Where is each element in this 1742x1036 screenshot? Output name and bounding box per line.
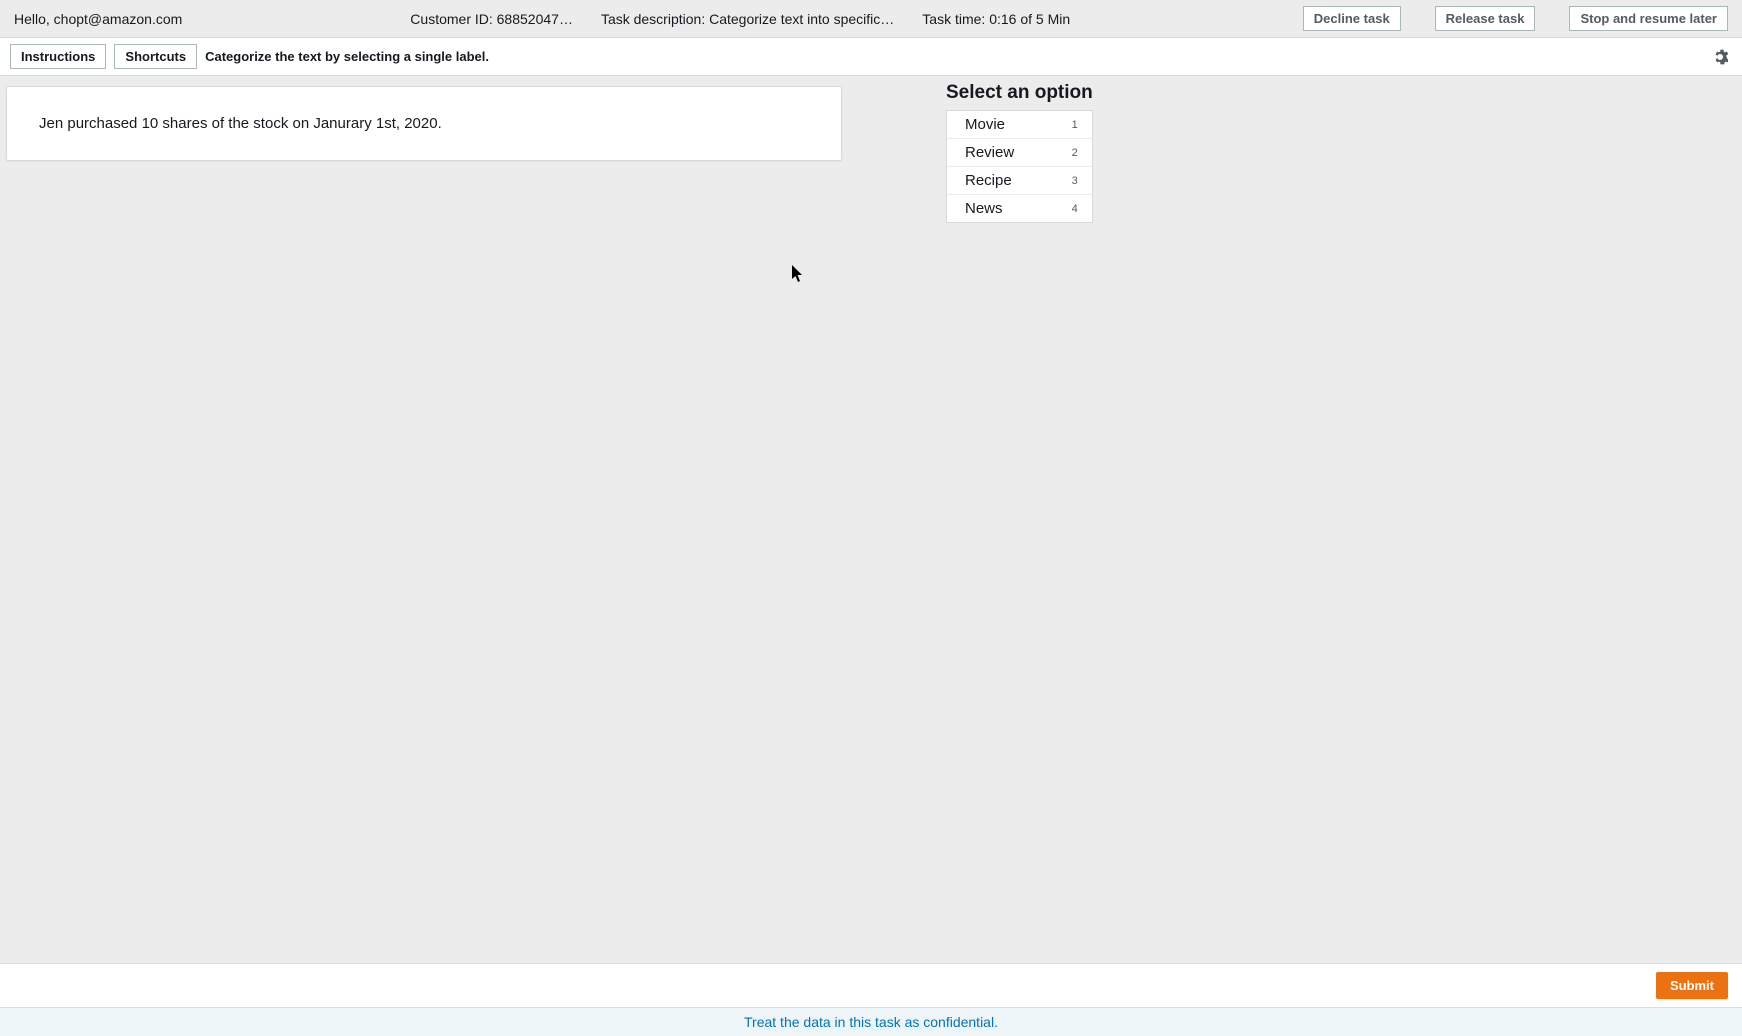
confidential-strip: Treat the data in this task as confident… [0, 1007, 1742, 1036]
option-label: Review [965, 144, 1058, 161]
top-bar: Hello, chopt@amazon.com Customer ID: 688… [0, 0, 1742, 38]
option-label: Recipe [965, 172, 1058, 189]
option-list: Movie 1 Review 2 Recipe 3 News 4 [946, 110, 1093, 223]
options-panel: Select an option Movie 1 Review 2 Recipe… [946, 82, 1093, 223]
option-shortcut: 2 [1072, 147, 1078, 159]
text-panel: Jen purchased 10 shares of the stock on … [6, 86, 842, 161]
sub-bar: Instructions Shortcuts Categorize the te… [0, 38, 1742, 76]
option-label: News [965, 200, 1058, 217]
options-heading: Select an option [946, 82, 1093, 104]
footer-bar: Submit [0, 963, 1742, 1007]
option-movie[interactable]: Movie 1 [947, 111, 1092, 139]
option-label: Movie [965, 116, 1058, 133]
submit-button[interactable]: Submit [1656, 972, 1728, 999]
option-shortcut: 1 [1072, 119, 1078, 131]
task-time-text: Task time: 0:16 of 5 Min [922, 11, 1070, 27]
settings-icon[interactable] [1712, 49, 1728, 65]
stop-resume-button[interactable]: Stop and resume later [1569, 6, 1728, 31]
option-shortcut: 3 [1072, 175, 1078, 187]
release-task-button[interactable]: Release task [1435, 6, 1536, 31]
option-news[interactable]: News 4 [947, 195, 1092, 222]
greeting-text: Hello, chopt@amazon.com [14, 11, 182, 27]
cursor-icon [792, 265, 804, 283]
instructions-button[interactable]: Instructions [10, 44, 106, 69]
task-text: Jen purchased 10 shares of the stock on … [39, 115, 809, 132]
confidential-text: Treat the data in this task as confident… [744, 1014, 998, 1030]
shortcuts-button[interactable]: Shortcuts [114, 44, 197, 69]
option-recipe[interactable]: Recipe 3 [947, 167, 1092, 195]
decline-task-button[interactable]: Decline task [1303, 6, 1401, 31]
task-hint-text: Categorize the text by selecting a singl… [205, 49, 489, 64]
task-description-text: Task description: Categorize text into s… [601, 11, 894, 27]
customer-id-text: Customer ID: 68852047… [410, 11, 573, 27]
workspace: Jen purchased 10 shares of the stock on … [0, 76, 1742, 963]
option-review[interactable]: Review 2 [947, 139, 1092, 167]
option-shortcut: 4 [1072, 203, 1078, 215]
